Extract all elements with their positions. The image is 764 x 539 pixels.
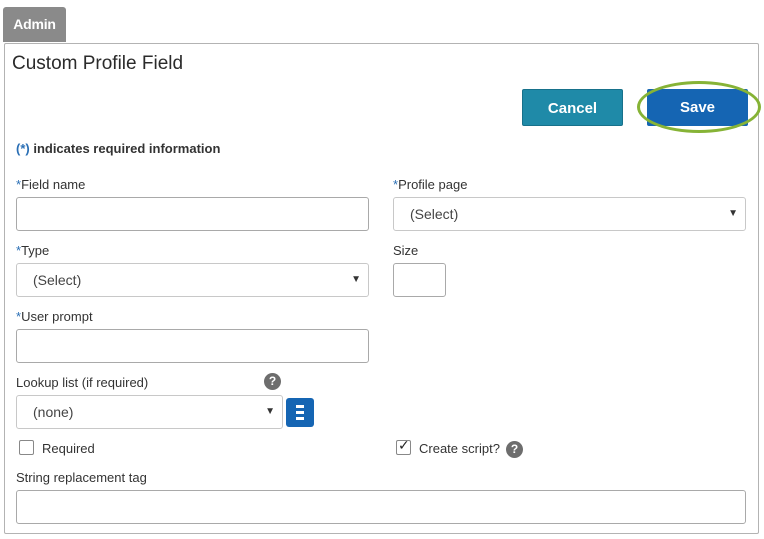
string-replacement-tag-input[interactable] (16, 490, 746, 524)
user-prompt-input[interactable] (16, 329, 369, 363)
create-script-checkbox[interactable]: ✓ (396, 437, 411, 455)
user-prompt-label: *User prompt (16, 309, 93, 324)
required-star-note: (*) (16, 141, 30, 156)
save-button[interactable]: Save (647, 89, 748, 126)
required-note-text: indicates required information (29, 141, 221, 156)
field-name-label: *Field name (16, 177, 85, 192)
profile-page-label: *Profile page (393, 177, 467, 192)
chevron-down-icon: ▼ (351, 274, 361, 285)
type-select[interactable]: (Select) ▼ (16, 263, 369, 297)
string-replacement-tag-label: String replacement tag (16, 470, 147, 485)
required-checkbox-label: Required (42, 441, 95, 456)
field-name-label-text: Field name (21, 177, 86, 192)
chevron-down-icon: ▼ (728, 208, 738, 219)
lookup-list-button[interactable] (286, 398, 314, 427)
create-script-label: Create script? (419, 441, 500, 456)
profile-page-label-text: Profile page (398, 177, 468, 192)
page-title: Custom Profile Field (12, 53, 184, 74)
help-icon[interactable]: ? (506, 441, 523, 458)
list-icon (296, 405, 304, 408)
type-label: *Type (16, 243, 49, 258)
required-checkbox[interactable] (19, 440, 34, 455)
user-prompt-label-text: User prompt (21, 309, 93, 324)
lookup-list-label: Lookup list (if required) (16, 375, 149, 390)
lookup-list-select[interactable]: (none) ▼ (16, 395, 283, 429)
cancel-button[interactable]: Cancel (522, 89, 623, 126)
chevron-down-icon: ▼ (265, 406, 275, 417)
check-icon: ✓ (398, 437, 410, 453)
profile-page-selected: (Select) (410, 206, 459, 222)
type-selected: (Select) (33, 272, 82, 288)
size-input[interactable] (393, 263, 446, 297)
list-icon-bar (296, 411, 304, 414)
tab-admin[interactable]: Admin (3, 7, 66, 42)
list-icon-bar (296, 417, 304, 420)
type-label-text: Type (21, 243, 50, 258)
help-icon[interactable]: ? (264, 373, 281, 390)
lookup-list-selected: (none) (33, 404, 74, 420)
size-label: Size (393, 243, 419, 258)
profile-page-select[interactable]: (Select) ▼ (393, 197, 746, 231)
required-info-note: (*) indicates required information (16, 141, 220, 156)
field-name-input[interactable] (16, 197, 369, 231)
